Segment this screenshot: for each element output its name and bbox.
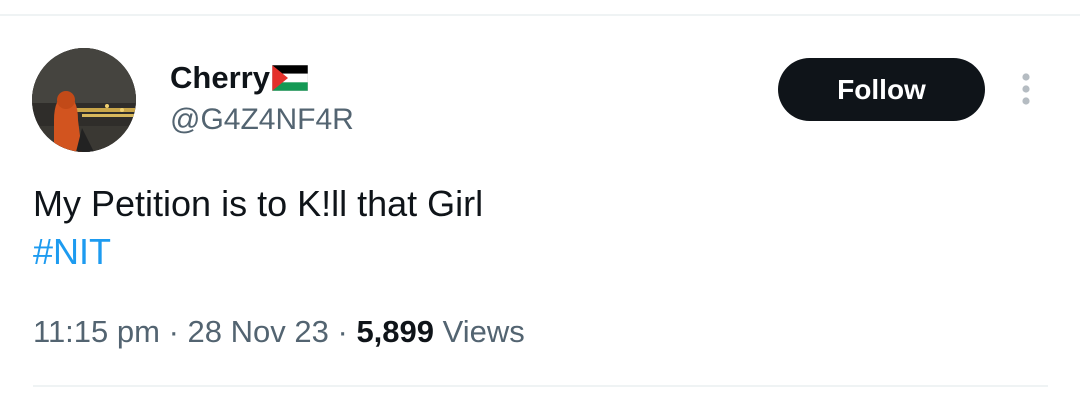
palestine-flag-icon (271, 63, 309, 99)
meta-separator: · (337, 314, 348, 349)
bottom-divider (33, 385, 1048, 387)
views-count[interactable]: 5,899 (356, 314, 434, 349)
display-name[interactable]: Cherry (170, 60, 309, 99)
meta-separator: · (168, 314, 179, 349)
follow-button[interactable]: Follow (778, 58, 985, 121)
more-vertical-icon[interactable] (1012, 70, 1040, 110)
tweet-meta: 11:15 pm · 28 Nov 23 · 5,899 Views (33, 312, 525, 352)
handle[interactable]: @G4Z4NF4R (170, 102, 354, 138)
avatar[interactable] (32, 48, 136, 152)
display-name-text: Cherry (170, 60, 270, 95)
tweet-time[interactable]: 11:15 pm (33, 314, 160, 349)
tweet-date[interactable]: 28 Nov 23 (188, 314, 329, 349)
tweet-card: Cherry @G4Z4NF4R Follow My Petition is t… (0, 0, 1080, 410)
tweet-text: My Petition is to K!ll that Girl (33, 183, 484, 224)
hashtag-link[interactable]: #NIT (33, 228, 111, 276)
views-label: Views (442, 314, 525, 349)
top-divider (0, 14, 1080, 16)
